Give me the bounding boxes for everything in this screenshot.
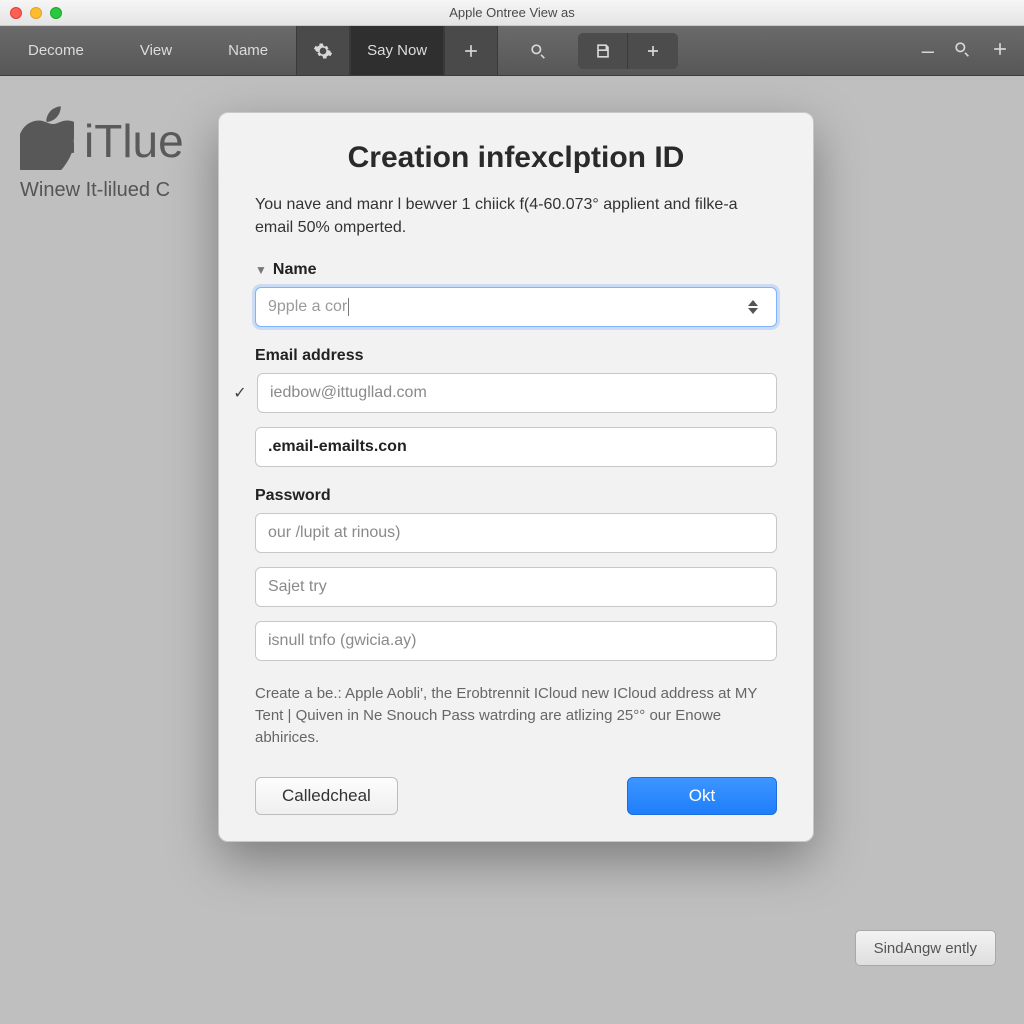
- toolbar-tab-active[interactable]: Say Now: [350, 26, 444, 75]
- password-input[interactable]: our /lupit at rinous): [255, 513, 777, 553]
- main-toolbar: Decome View Name Say Now –: [0, 26, 1024, 76]
- extra1-placeholder: Sajet try: [268, 578, 327, 596]
- plus-icon[interactable]: [444, 26, 498, 75]
- extra-input-1[interactable]: Sajet try: [255, 567, 777, 607]
- name-label: ▼ Name: [255, 261, 777, 279]
- toolbar-item-decome[interactable]: Decome: [0, 26, 112, 75]
- minus-icon[interactable]: –: [922, 38, 934, 64]
- window-titlebar: Apple Ontree View as: [0, 0, 1024, 26]
- extra-input-2[interactable]: isnull tnfo (gwicia.ay): [255, 621, 777, 661]
- plus-right-icon[interactable]: [990, 39, 1010, 63]
- email-domain-value: .email-emailts.con: [268, 438, 407, 456]
- window-title: Apple Ontree View as: [0, 5, 1024, 20]
- apple-logo-icon: [20, 106, 74, 175]
- plus-small-icon[interactable]: [628, 33, 678, 69]
- floating-action-button[interactable]: SindAngw ently: [855, 930, 996, 966]
- app-name: iTlue: [84, 114, 184, 168]
- creation-dialog: Creation infexclption ID You nave and ma…: [218, 112, 814, 842]
- save-icon[interactable]: [578, 33, 628, 69]
- gear-icon[interactable]: [296, 26, 350, 75]
- name-label-text: Name: [273, 261, 317, 279]
- ok-button[interactable]: Okt: [627, 777, 777, 815]
- email-input[interactable]: iedbow@ittugllad.com: [257, 373, 777, 413]
- search-icon[interactable]: [512, 26, 564, 75]
- disclosure-triangle-icon[interactable]: ▼: [255, 263, 267, 277]
- toolbar-group: [578, 33, 678, 69]
- name-input[interactable]: 9pple a cor: [255, 287, 777, 327]
- toolbar-item-view[interactable]: View: [112, 26, 200, 75]
- toolbar-item-name[interactable]: Name: [200, 26, 296, 75]
- stepper-icon[interactable]: [748, 293, 764, 321]
- search-icon-2[interactable]: [952, 39, 972, 63]
- email-label: Email address: [255, 347, 777, 365]
- dialog-intro: You nave and manr l bewver 1 chiick f(4-…: [255, 193, 777, 239]
- email-domain-input[interactable]: .email-emailts.con: [255, 427, 777, 467]
- extra2-placeholder: isnull tnfo (gwicia.ay): [268, 632, 417, 650]
- password-placeholder: our /lupit at rinous): [268, 524, 401, 542]
- dialog-footnote: Create a be.: Apple Aobli', the Erobtren…: [255, 683, 777, 748]
- dialog-title: Creation infexclption ID: [255, 141, 777, 175]
- email-input-value: iedbow@ittugllad.com: [270, 384, 427, 402]
- password-label: Password: [255, 487, 777, 505]
- checkmark-icon: ✓: [231, 383, 249, 403]
- cancel-button[interactable]: Calledcheal: [255, 777, 398, 815]
- name-input-value: 9pple a cor: [268, 298, 347, 316]
